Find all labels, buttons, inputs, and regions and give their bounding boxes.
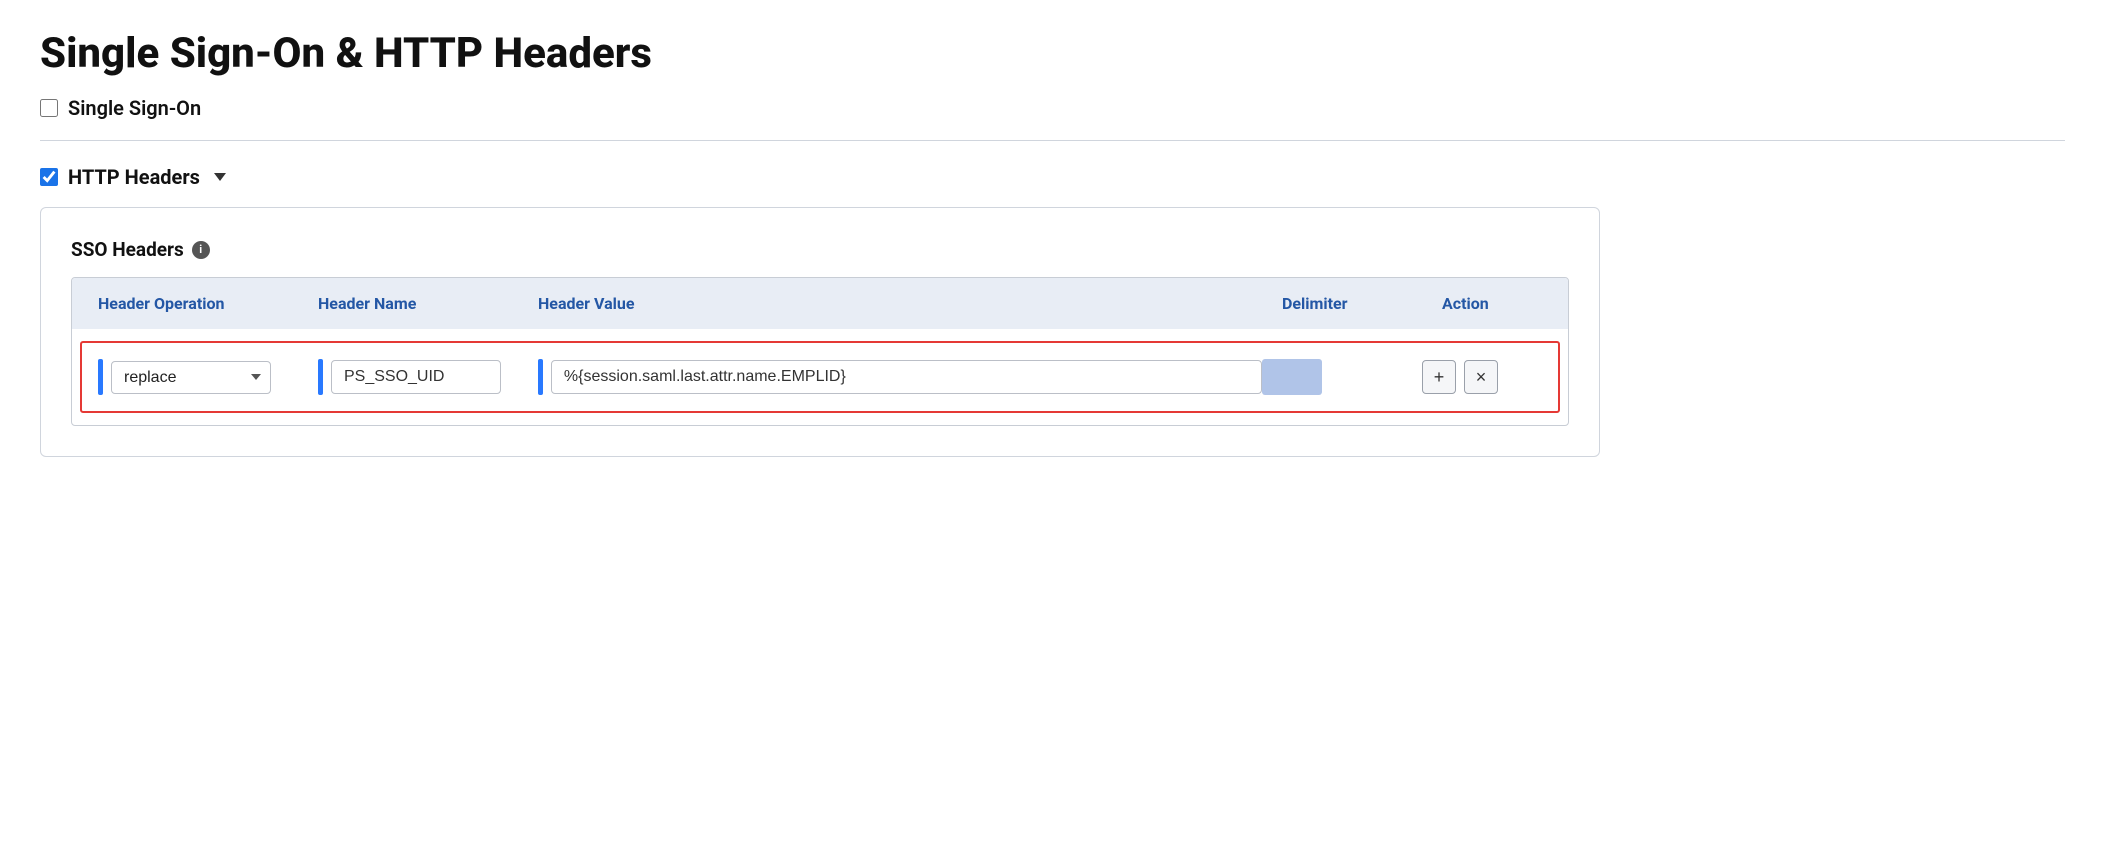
delimiter-box[interactable] (1262, 359, 1322, 395)
action-cell: + × (1422, 354, 1542, 400)
http-headers-label[interactable]: HTTP Headers (68, 165, 200, 189)
http-headers-row: HTTP Headers (40, 165, 2065, 189)
table-body: replace insert delete remove (72, 329, 1568, 425)
column-header-delimiter: Delimiter (1272, 288, 1432, 319)
divider (40, 140, 2065, 141)
sso-headers-section-title: SSO Headers i (71, 238, 1569, 261)
page-title: Single Sign-On & HTTP Headers (40, 30, 2065, 78)
operation-cell: replace insert delete remove (98, 353, 318, 401)
table-header-row: Header Operation Header Name Header Valu… (72, 278, 1568, 329)
chevron-down-icon[interactable] (214, 173, 226, 181)
sso-headers-title-text: SSO Headers (71, 238, 184, 261)
operation-blue-bar (98, 359, 103, 395)
table-row: replace insert delete remove (80, 341, 1560, 413)
sso-checkbox-label[interactable]: Single Sign-On (68, 96, 201, 120)
info-icon[interactable]: i (192, 241, 210, 259)
http-headers-checkbox[interactable] (40, 168, 58, 186)
header-value-input[interactable] (551, 360, 1262, 394)
action-buttons: + × (1422, 360, 1498, 394)
operation-select[interactable]: replace insert delete remove (111, 361, 271, 394)
column-header-action: Action (1432, 288, 1552, 319)
header-name-input[interactable] (331, 360, 501, 394)
value-cell (538, 353, 1262, 401)
value-blue-bar (538, 359, 543, 395)
column-header-operation: Header Operation (88, 288, 308, 319)
operation-select-wrapper: replace insert delete remove (111, 361, 271, 394)
name-blue-bar (318, 359, 323, 395)
remove-row-button[interactable]: × (1464, 360, 1498, 394)
name-cell (318, 353, 538, 401)
sso-checkbox[interactable] (40, 99, 58, 117)
sso-checkbox-row: Single Sign-On (40, 96, 2065, 120)
delimiter-cell (1262, 353, 1422, 401)
http-headers-panel: SSO Headers i Header Operation Header Na… (40, 207, 1600, 457)
column-header-value: Header Value (528, 288, 1272, 319)
add-row-button[interactable]: + (1422, 360, 1456, 394)
column-header-name: Header Name (308, 288, 528, 319)
sso-headers-table: Header Operation Header Name Header Valu… (71, 277, 1569, 426)
